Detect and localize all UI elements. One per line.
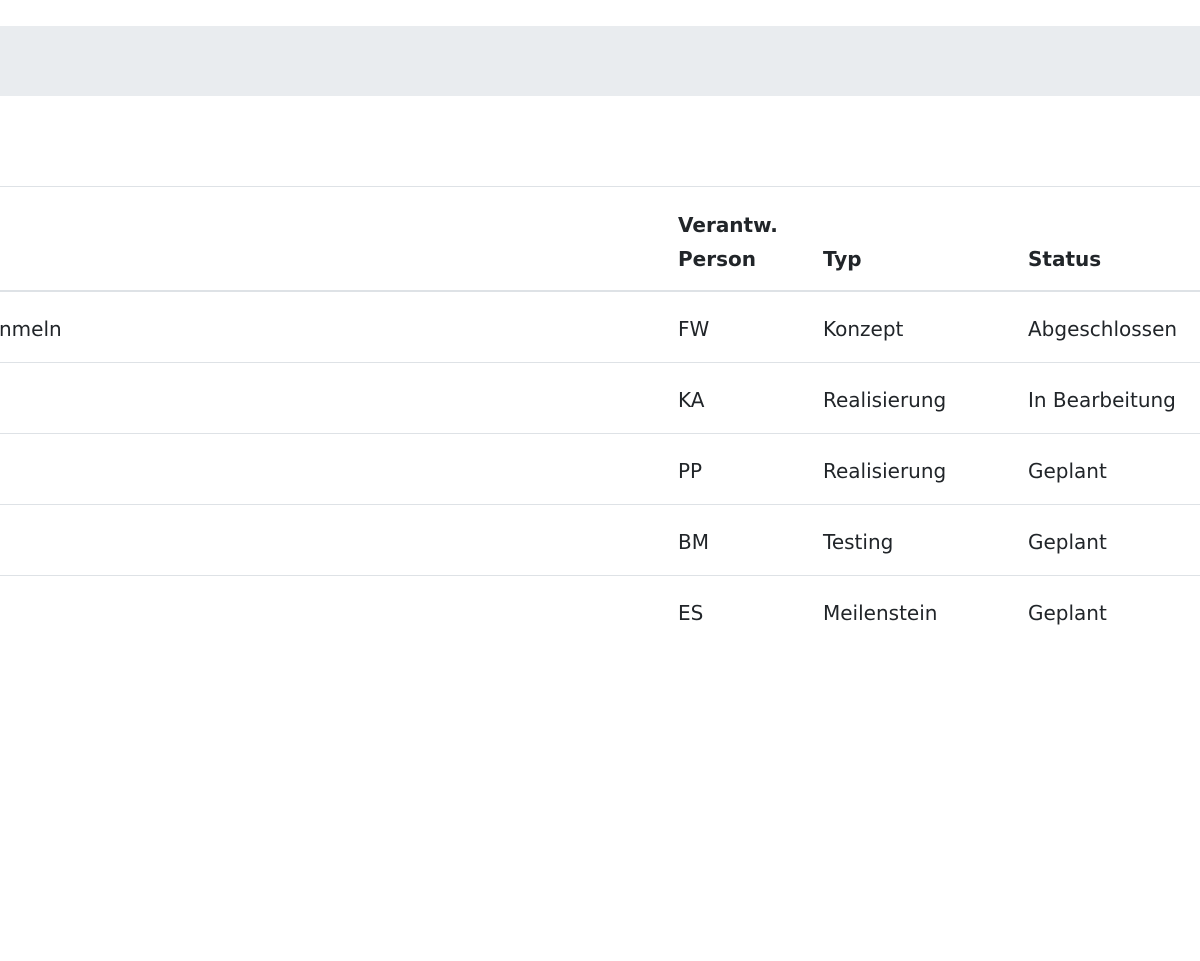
- cell-status: Geplant: [1028, 601, 1107, 625]
- tasks-table: Verantw. Person Typ Status nmeln FW Konz…: [0, 186, 1200, 647]
- top-bar: [0, 26, 1200, 96]
- page: Verantw. Person Typ Status nmeln FW Konz…: [0, 0, 1200, 961]
- table-header: Verantw. Person Typ Status: [0, 186, 1200, 292]
- cell-status: Geplant: [1028, 459, 1107, 483]
- cell-person: BM: [678, 530, 709, 554]
- table-row[interactable]: KA Realisierung In Bearbeitung: [0, 363, 1200, 434]
- cell-typ: Realisierung: [823, 459, 947, 483]
- cell-typ: Meilenstein: [823, 601, 938, 625]
- cell-name: nmeln: [0, 317, 62, 341]
- table-row[interactable]: BM Testing Geplant: [0, 505, 1200, 576]
- cell-typ: Realisierung: [823, 388, 947, 412]
- cell-person: PP: [678, 459, 703, 483]
- cell-status: Abgeschlossen: [1028, 317, 1178, 341]
- table-row[interactable]: PP Realisierung Geplant: [0, 434, 1200, 505]
- column-header-person-line1: Verantw.: [678, 213, 778, 237]
- column-header-status[interactable]: Status: [1028, 242, 1101, 276]
- column-header-person-line2: Person: [678, 247, 756, 271]
- cell-person: FW: [678, 317, 710, 341]
- cell-status: Geplant: [1028, 530, 1107, 554]
- column-header-typ[interactable]: Typ: [823, 242, 862, 276]
- cell-typ: Testing: [823, 530, 894, 554]
- table-row[interactable]: nmeln FW Konzept Abgeschlossen: [0, 292, 1200, 363]
- cell-person: ES: [678, 601, 704, 625]
- cell-typ: Konzept: [823, 317, 904, 341]
- table-row[interactable]: ES Meilenstein Geplant: [0, 576, 1200, 647]
- cell-status: In Bearbeitung: [1028, 388, 1176, 412]
- column-header-person[interactable]: Verantw. Person: [678, 208, 778, 276]
- cell-person: KA: [678, 388, 705, 412]
